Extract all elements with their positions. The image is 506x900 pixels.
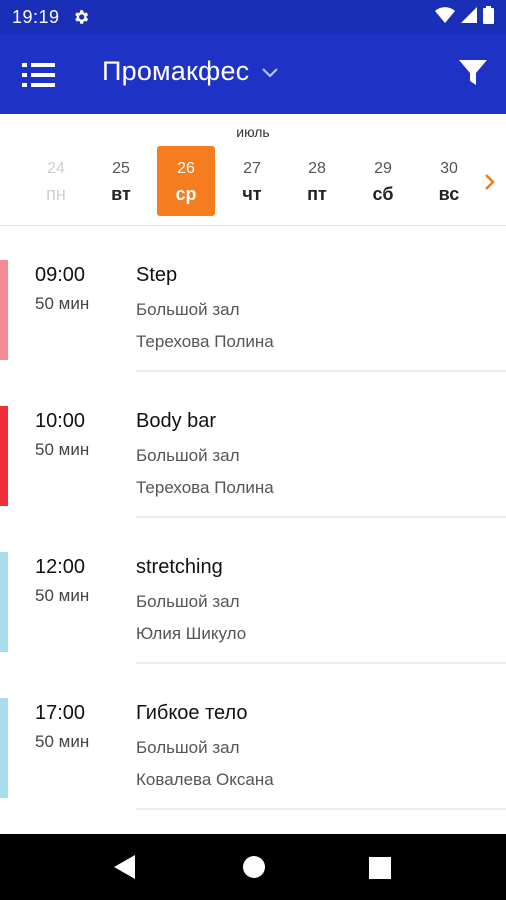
divider bbox=[136, 808, 506, 810]
class-hall: Большой зал bbox=[136, 592, 240, 611]
class-name: Гибкое тело bbox=[136, 702, 248, 724]
class-name: stretching bbox=[136, 556, 223, 578]
battery-icon bbox=[483, 5, 494, 29]
day-27[interactable]: 27 чт bbox=[223, 146, 281, 216]
day-number: 25 bbox=[112, 160, 130, 177]
day-weekday: вт bbox=[111, 184, 131, 204]
class-color-bar bbox=[0, 260, 8, 360]
status-bar: 19:19 bbox=[0, 0, 506, 34]
class-duration: 50 мин bbox=[35, 586, 90, 605]
class-coach: Ковалева Оксана bbox=[136, 770, 274, 789]
class-coach: Юлия Шикуло bbox=[136, 624, 247, 643]
menu-icon[interactable] bbox=[22, 62, 56, 88]
day-weekday: чт bbox=[242, 184, 262, 204]
class-time: 09:00 bbox=[35, 264, 86, 286]
class-hall: Большой зал bbox=[136, 446, 240, 465]
back-icon[interactable] bbox=[113, 854, 137, 885]
class-duration: 50 мин bbox=[35, 732, 90, 751]
class-time: 17:00 bbox=[35, 702, 86, 724]
date-strip: июль 24 пн 25 вт 26 ср 27 чт 28 пт 29 сб… bbox=[0, 114, 506, 226]
chevron-down-icon bbox=[261, 66, 279, 78]
status-time: 19:19 bbox=[12, 6, 60, 27]
class-hall: Большой зал bbox=[136, 738, 240, 757]
app-bar: Промакфес bbox=[0, 34, 506, 114]
class-item[interactable]: 09:00 50 мин Step Большой зал Терехова П… bbox=[0, 226, 506, 372]
day-number: 27 bbox=[243, 160, 261, 177]
day-number: 28 bbox=[308, 160, 326, 177]
class-duration: 50 мин bbox=[35, 294, 90, 313]
day-weekday: пн bbox=[46, 184, 66, 204]
system-nav-bar bbox=[0, 834, 506, 900]
day-29[interactable]: 29 сб bbox=[354, 146, 412, 216]
class-duration: 50 мин bbox=[35, 440, 90, 459]
class-item[interactable]: 12:00 50 мин stretching Большой зал Юлия… bbox=[0, 518, 506, 664]
class-list: 09:00 50 мин Step Большой зал Терехова П… bbox=[0, 226, 506, 834]
class-coach: Терехова Полина bbox=[136, 332, 274, 351]
class-color-bar bbox=[0, 698, 8, 798]
day-28[interactable]: 28 пт bbox=[288, 146, 346, 216]
day-30[interactable]: 30 вс bbox=[420, 146, 478, 216]
day-24: 24 пн bbox=[27, 146, 85, 216]
day-number: 24 bbox=[47, 160, 65, 177]
class-time: 12:00 bbox=[35, 556, 86, 578]
day-number: 30 bbox=[440, 160, 458, 177]
day-weekday: ср bbox=[175, 184, 197, 204]
class-time: 10:00 bbox=[35, 410, 86, 432]
home-icon[interactable] bbox=[242, 854, 266, 885]
class-hall: Большой зал bbox=[136, 300, 240, 319]
wifi-icon bbox=[435, 6, 455, 28]
day-weekday: сб bbox=[372, 184, 394, 204]
day-25[interactable]: 25 вт bbox=[92, 146, 150, 216]
month-label: июль bbox=[236, 124, 270, 140]
day-weekday: пт bbox=[307, 184, 327, 204]
class-name: Body bar bbox=[136, 410, 217, 432]
class-item[interactable]: 17:00 50 мин Гибкое тело Большой зал Ков… bbox=[0, 664, 506, 810]
signal-icon bbox=[461, 6, 477, 28]
class-name: Step bbox=[136, 264, 178, 286]
recents-icon[interactable] bbox=[369, 854, 391, 885]
class-color-bar bbox=[0, 406, 8, 506]
day-number: 29 bbox=[374, 160, 392, 177]
filter-icon[interactable] bbox=[458, 58, 488, 88]
page-title: Промакфес bbox=[102, 56, 250, 86]
class-item[interactable]: 10:00 50 мин Body bar Большой зал Терехо… bbox=[0, 372, 506, 518]
day-number: 26 bbox=[177, 160, 195, 177]
day-26-selected[interactable]: 26 ср bbox=[157, 146, 215, 216]
class-coach: Терехова Полина bbox=[136, 478, 274, 497]
class-color-bar bbox=[0, 552, 8, 652]
day-weekday: вс bbox=[438, 184, 460, 204]
settings-gear-icon bbox=[72, 8, 90, 26]
club-selector[interactable]: Промакфес bbox=[102, 56, 279, 87]
chevron-right-icon[interactable] bbox=[482, 172, 498, 192]
